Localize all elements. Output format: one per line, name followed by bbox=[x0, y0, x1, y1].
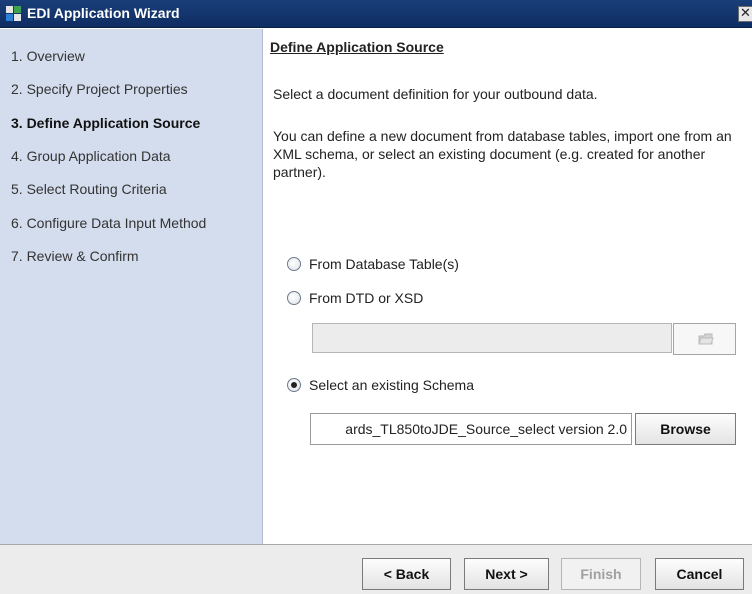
page-title: Define Application Source bbox=[270, 39, 444, 55]
folder-browse-button bbox=[673, 323, 736, 355]
radio-button[interactable] bbox=[287, 291, 301, 306]
finish-button: Finish bbox=[561, 558, 641, 590]
wizard-step-project-properties: 2. Specify Project Properties bbox=[11, 81, 188, 97]
back-button[interactable]: < Back bbox=[362, 558, 451, 590]
schema-input[interactable]: ards_TL850toJDE_Source_select version 2.… bbox=[310, 413, 632, 445]
wizard-step-review-confirm: 7. Review & Confirm bbox=[11, 248, 139, 264]
radio-label: From Database Table(s) bbox=[309, 256, 459, 273]
description-text: You can define a new document from datab… bbox=[273, 128, 732, 180]
dtd-path-input bbox=[312, 323, 672, 353]
wizard-step-data-input-method: 6. Configure Data Input Method bbox=[11, 215, 207, 231]
title-bar: EDI Application Wizard ✕ bbox=[0, 0, 752, 28]
wizard-footer: < Back Next > Finish Cancel bbox=[0, 544, 752, 594]
intro-text: Select a document definition for your ou… bbox=[273, 86, 598, 102]
radio-label: From DTD or XSD bbox=[309, 290, 424, 307]
radio-label: Select an existing Schema bbox=[309, 377, 474, 394]
cancel-button[interactable]: Cancel bbox=[655, 558, 744, 590]
main-panel: Define Application Source Select a docum… bbox=[264, 29, 752, 544]
schema-value: ards_TL850toJDE_Source_select version 2.… bbox=[345, 421, 627, 437]
next-button[interactable]: Next > bbox=[464, 558, 549, 590]
wizard-step-group-data: 4. Group Application Data bbox=[11, 148, 171, 164]
radio-existing-schema[interactable]: Select an existing Schema bbox=[287, 376, 474, 396]
folder-icon bbox=[698, 333, 714, 345]
radio-button[interactable] bbox=[287, 378, 301, 393]
wizard-step-routing-criteria: 5. Select Routing Criteria bbox=[11, 181, 167, 197]
radio-button[interactable] bbox=[287, 257, 301, 272]
radio-from-dtd[interactable]: From DTD or XSD bbox=[287, 289, 423, 309]
window-title: EDI Application Wizard bbox=[27, 5, 180, 21]
app-grid-icon bbox=[6, 6, 22, 22]
wizard-step-application-source: 3. Define Application Source bbox=[11, 115, 201, 131]
radio-from-database[interactable]: From Database Table(s) bbox=[287, 255, 459, 275]
close-icon[interactable]: ✕ bbox=[738, 6, 752, 22]
wizard-step-overview: 1. Overview bbox=[11, 48, 85, 64]
browse-button[interactable]: Browse bbox=[635, 413, 736, 445]
wizard-steps-sidebar: 1. Overview 2. Specify Project Propertie… bbox=[0, 29, 263, 544]
